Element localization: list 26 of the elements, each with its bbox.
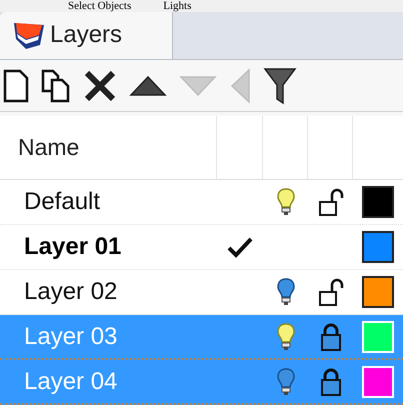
color-swatch[interactable]: [362, 231, 394, 264]
delete-icon[interactable]: [83, 68, 117, 103]
checkmark-icon: [227, 236, 253, 258]
layer-name: Default: [24, 188, 100, 216]
layer-name: Layer 01: [24, 233, 122, 260]
lightbulb-off-icon[interactable]: [276, 277, 296, 308]
color-swatch[interactable]: [362, 276, 394, 308]
layer-name: Layer 04: [24, 368, 118, 395]
lightbulb-on-icon[interactable]: [276, 322, 296, 352]
column-header[interactable]: Name: [18, 130, 80, 165]
move-up-icon[interactable]: [129, 74, 167, 97]
padlock-open-icon[interactable]: [318, 188, 344, 216]
new-page-icon[interactable]: [3, 68, 29, 103]
menu-item[interactable]: Select Objects: [68, 0, 132, 12]
filter-icon[interactable]: [263, 66, 297, 105]
lightbulb-on-icon[interactable]: [276, 187, 296, 218]
color-swatch[interactable]: [362, 186, 394, 218]
layer-name: Layer 03: [24, 322, 118, 350]
lightbulb-off-icon[interactable]: [276, 366, 296, 397]
layer-name: Layer 02: [24, 278, 118, 306]
padlock-closed-icon[interactable]: [320, 366, 342, 397]
copy-icon[interactable]: [41, 68, 71, 103]
layers-tab[interactable]: Layers: [0, 12, 174, 59]
menu-item[interactable]: Lights: [163, 0, 192, 12]
padlock-open-icon[interactable]: [318, 278, 344, 306]
padlock-closed-icon[interactable]: [320, 322, 342, 352]
